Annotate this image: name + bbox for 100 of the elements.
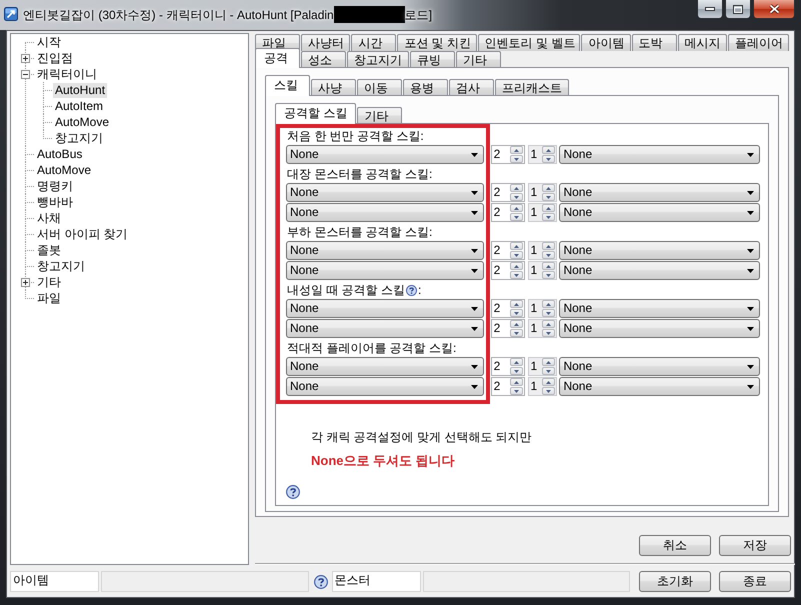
dropdown[interactable]: None xyxy=(286,319,484,338)
dropdown[interactable]: None xyxy=(559,319,760,338)
spin-up-button[interactable] xyxy=(510,146,522,154)
spin-down-button[interactable] xyxy=(510,329,522,337)
plus-box-icon[interactable] xyxy=(21,54,30,63)
tree-item[interactable]: AutoMove xyxy=(53,114,112,130)
dropdown[interactable]: None xyxy=(286,299,484,318)
dropdown[interactable]: None xyxy=(286,203,484,222)
spin-box[interactable]: 2 xyxy=(490,299,524,318)
spin-down-button[interactable] xyxy=(542,271,556,279)
tree-item[interactable]: 창고지기 xyxy=(53,130,105,146)
dropdown[interactable]: None xyxy=(286,145,484,164)
dropdown[interactable]: None xyxy=(559,357,760,376)
tree-item[interactable]: 뺑바바 xyxy=(35,194,75,210)
tab[interactable]: 기타 xyxy=(456,51,501,67)
tab[interactable]: 프리캐스트 xyxy=(495,79,569,95)
spin-up-button[interactable] xyxy=(510,300,522,308)
dropdown[interactable]: None xyxy=(559,203,760,222)
spin-box[interactable]: 2 xyxy=(490,261,524,280)
spin-up-button[interactable] xyxy=(510,204,522,212)
tab[interactable]: 포션 및 치킨 xyxy=(397,34,477,51)
tab[interactable]: 도박 xyxy=(632,34,677,51)
spin-down-button[interactable] xyxy=(510,271,522,279)
close-button[interactable] xyxy=(753,0,795,19)
tree-item[interactable]: AutoMove xyxy=(35,162,94,178)
plus-box-icon[interactable] xyxy=(21,278,30,287)
dropdown[interactable]: None xyxy=(286,377,484,396)
tree-item[interactable]: 사채 xyxy=(35,210,63,226)
dropdown[interactable]: None xyxy=(559,299,760,318)
spin-box[interactable]: 1 xyxy=(528,357,558,376)
tree-item[interactable]: AutoHunt xyxy=(53,82,108,98)
save-button[interactable]: 저장 xyxy=(719,535,791,556)
spin-down-button[interactable] xyxy=(542,251,556,259)
spin-box[interactable]: 2 xyxy=(490,145,524,164)
dropdown[interactable]: None xyxy=(559,261,760,280)
spin-down-button[interactable] xyxy=(542,193,556,201)
spin-up-button[interactable] xyxy=(542,378,556,386)
spin-up-button[interactable] xyxy=(510,320,522,328)
exit-button[interactable]: 종료 xyxy=(719,571,791,592)
spin-up-button[interactable] xyxy=(542,184,556,192)
spin-box[interactable]: 1 xyxy=(528,145,558,164)
spin-down-button[interactable] xyxy=(510,309,522,317)
tab[interactable]: 사냥 xyxy=(311,79,356,95)
help-icon[interactable] xyxy=(314,574,328,588)
cancel-button[interactable]: 취소 xyxy=(639,535,711,556)
spin-down-button[interactable] xyxy=(510,251,522,259)
spin-down-button[interactable] xyxy=(510,367,522,375)
dropdown[interactable]: None xyxy=(559,377,760,396)
dropdown[interactable]: None xyxy=(559,145,760,164)
tree-item[interactable]: AutoItem xyxy=(53,98,106,114)
spin-up-button[interactable] xyxy=(542,242,556,250)
spin-down-button[interactable] xyxy=(542,155,556,163)
spin-box[interactable]: 1 xyxy=(528,377,558,396)
help-icon[interactable] xyxy=(406,285,418,296)
spin-down-button[interactable] xyxy=(542,309,556,317)
spin-down-button[interactable] xyxy=(510,155,522,163)
minus-box-icon[interactable] xyxy=(21,70,30,79)
tab[interactable]: 이동 xyxy=(357,79,402,95)
spin-up-button[interactable] xyxy=(510,378,522,386)
tab[interactable]: 스킬 xyxy=(265,75,310,96)
spin-box[interactable]: 2 xyxy=(490,183,524,202)
tab[interactable]: 공격 xyxy=(255,48,300,68)
dropdown[interactable]: None xyxy=(286,261,484,280)
spin-up-button[interactable] xyxy=(510,262,522,270)
spin-down-button[interactable] xyxy=(510,387,522,395)
dropdown[interactable]: None xyxy=(559,241,760,260)
spin-down-button[interactable] xyxy=(542,387,556,395)
spin-box[interactable]: 1 xyxy=(528,261,558,280)
tree-item[interactable]: 파일 xyxy=(35,290,63,306)
tab[interactable]: 기타 xyxy=(357,107,402,123)
tab[interactable]: 플레이어 xyxy=(728,34,789,51)
tree-item[interactable]: 기타 xyxy=(35,274,63,290)
dropdown[interactable]: None xyxy=(286,357,484,376)
dropdown[interactable]: None xyxy=(286,183,484,202)
spin-box[interactable]: 2 xyxy=(490,241,524,260)
help-icon[interactable] xyxy=(286,485,300,499)
spin-box[interactable]: 1 xyxy=(528,183,558,202)
spin-box[interactable]: 2 xyxy=(490,319,524,338)
spin-box[interactable]: 1 xyxy=(528,299,558,318)
spin-box[interactable]: 2 xyxy=(490,203,524,222)
tab[interactable]: 큐빙 xyxy=(410,51,455,67)
spin-down-button[interactable] xyxy=(542,367,556,375)
spin-down-button[interactable] xyxy=(510,193,522,201)
spin-box[interactable]: 1 xyxy=(528,203,558,222)
spin-up-button[interactable] xyxy=(542,146,556,154)
spin-box[interactable]: 2 xyxy=(490,377,524,396)
tree-item[interactable]: 캐릭터이니 xyxy=(35,66,99,82)
spin-down-button[interactable] xyxy=(542,329,556,337)
tree-item[interactable]: 진입점 xyxy=(35,50,75,66)
spin-up-button[interactable] xyxy=(542,358,556,366)
tab[interactable]: 메시지 xyxy=(678,34,727,51)
reset-button[interactable]: 초기화 xyxy=(639,571,711,592)
dropdown[interactable]: None xyxy=(559,183,760,202)
spin-up-button[interactable] xyxy=(542,300,556,308)
spin-up-button[interactable] xyxy=(510,242,522,250)
tab[interactable]: 창고지기 xyxy=(347,51,409,67)
dropdown[interactable]: None xyxy=(286,241,484,260)
maximize-button[interactable] xyxy=(725,0,751,19)
tab[interactable]: 아이템 xyxy=(581,34,631,51)
spin-up-button[interactable] xyxy=(542,262,556,270)
